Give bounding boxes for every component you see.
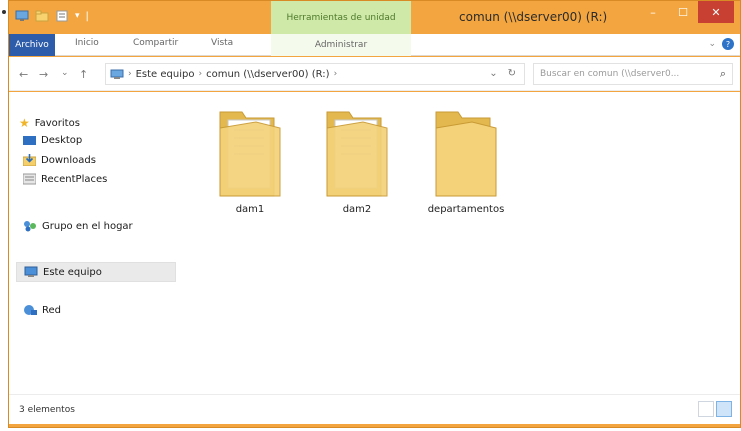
breadcrumb-este-equipo[interactable]: Este equipo — [136, 69, 195, 80]
address-bar[interactable]: › Este equipo › comun (\\dserver00) (R:)… — [105, 63, 525, 85]
homegroup-icon — [24, 221, 36, 232]
star-icon: ★ — [19, 116, 30, 130]
refresh-icon[interactable]: ↻ — [508, 68, 516, 79]
this-pc-icon — [24, 266, 38, 277]
new-folder-icon[interactable] — [35, 10, 49, 22]
title-bar: ▾ | Herramientas de unidad comun (\\dser… — [9, 1, 740, 34]
nav-item-label: Este equipo — [43, 266, 102, 278]
main-area: ★ Favoritos Desktop Downloads RecentPlac… — [9, 92, 740, 394]
item-count: 3 elementos — [19, 405, 75, 415]
nav-item-downloads[interactable]: Downloads — [23, 154, 96, 166]
computer-icon[interactable] — [15, 10, 29, 22]
nav-item-este-equipo[interactable]: Este equipo — [16, 262, 176, 282]
nav-item-label: Favoritos — [34, 117, 80, 129]
quick-access-toolbar: ▾ | — [15, 10, 89, 22]
view-toggle — [698, 401, 732, 417]
ribbon-tabs: Archivo Inicio Compartir Vista Administr… — [9, 34, 740, 56]
breadcrumb-separator: › — [333, 69, 338, 79]
downloads-icon — [23, 154, 36, 166]
address-end-controls: ⌄ ↻ — [489, 68, 516, 79]
tab-compartir[interactable]: Compartir — [133, 38, 178, 48]
tab-vista[interactable]: Vista — [211, 38, 233, 48]
nav-item-label: Desktop — [41, 135, 83, 146]
nav-item-red[interactable]: Red — [23, 304, 61, 316]
recent-locations-button[interactable]: ⌄ — [61, 68, 69, 78]
nav-item-recentplaces[interactable]: RecentPlaces — [23, 173, 107, 185]
nav-item-favoritos[interactable]: ★ Favoritos — [19, 116, 80, 130]
maximize-button[interactable]: ☐ — [668, 1, 698, 23]
folder-item[interactable]: departamentos — [411, 108, 521, 215]
folder-item[interactable]: dam1 — [195, 108, 305, 215]
search-icon[interactable]: ⌕ — [720, 67, 726, 81]
folder-name: departamentos — [427, 204, 505, 215]
close-button[interactable]: ✕ — [698, 1, 734, 23]
qat-dropdown-icon[interactable]: ▾ — [75, 11, 80, 21]
tab-administrar[interactable]: Administrar — [271, 34, 411, 56]
nav-item-label: Grupo en el hogar — [42, 220, 133, 232]
recent-places-icon — [23, 173, 36, 185]
forward-button[interactable]: → — [39, 68, 48, 81]
explorer-window: ▾ | Herramientas de unidad comun (\\dser… — [8, 0, 741, 428]
large-icons-view-icon[interactable] — [716, 401, 732, 417]
minimize-button[interactable]: – — [638, 1, 668, 23]
address-row: ← → ⌄ ↑ › Este equipo › comun (\\dserver… — [9, 57, 740, 91]
address-dropdown-icon[interactable]: ⌄ — [489, 68, 497, 79]
qat-separator: | — [85, 10, 89, 22]
nav-item-label: RecentPlaces — [41, 173, 108, 185]
breadcrumb-separator: › — [128, 69, 132, 79]
expand-ribbon-icon[interactable]: ⌄ — [708, 39, 716, 49]
back-button[interactable]: ← — [19, 68, 28, 81]
computer-icon — [110, 69, 124, 79]
contextual-tab-group-label: Herramientas de unidad — [271, 1, 411, 34]
window-title: comun (\\dserver00) (R:) — [459, 10, 608, 24]
folder-with-files-icon — [219, 111, 281, 197]
nav-item-label: Downloads — [41, 154, 96, 166]
desktop-icon — [23, 136, 36, 145]
tab-inicio[interactable]: Inicio — [75, 38, 99, 48]
help-icon[interactable]: ? — [722, 38, 734, 50]
properties-icon[interactable] — [55, 10, 69, 22]
tab-archivo[interactable]: Archivo — [9, 34, 55, 56]
navigation-pane: ★ Favoritos Desktop Downloads RecentPlac… — [9, 92, 177, 394]
folder-item[interactable]: dam2 — [302, 108, 412, 215]
nav-item-desktop[interactable]: Desktop — [23, 135, 82, 146]
nav-item-label: Red — [42, 304, 61, 316]
ribbon-right-controls: ⌄ ? — [708, 38, 734, 50]
status-bar: 3 elementos — [9, 394, 740, 424]
folder-name: dam2 — [342, 204, 372, 215]
file-list: dam1 dam2 departamentos — [179, 92, 739, 394]
folder-with-files-icon — [326, 111, 388, 197]
window-controls: – ☐ ✕ — [638, 1, 734, 23]
breadcrumb-separator: › — [198, 69, 203, 79]
folder-name: dam1 — [235, 204, 265, 215]
search-placeholder: Buscar en comun (\\dserver0... — [540, 69, 680, 79]
nav-item-homegroup[interactable]: Grupo en el hogar — [23, 220, 133, 232]
list-bullet — [2, 10, 6, 14]
breadcrumb-comun[interactable]: comun (\\dserver00) (R:) — [206, 69, 329, 80]
folder-icon — [435, 111, 497, 197]
search-input[interactable]: Buscar en comun (\\dserver0... ⌕ — [533, 63, 733, 85]
network-icon — [24, 305, 37, 315]
details-view-icon[interactable] — [698, 401, 714, 417]
up-button[interactable]: ↑ — [79, 68, 88, 81]
